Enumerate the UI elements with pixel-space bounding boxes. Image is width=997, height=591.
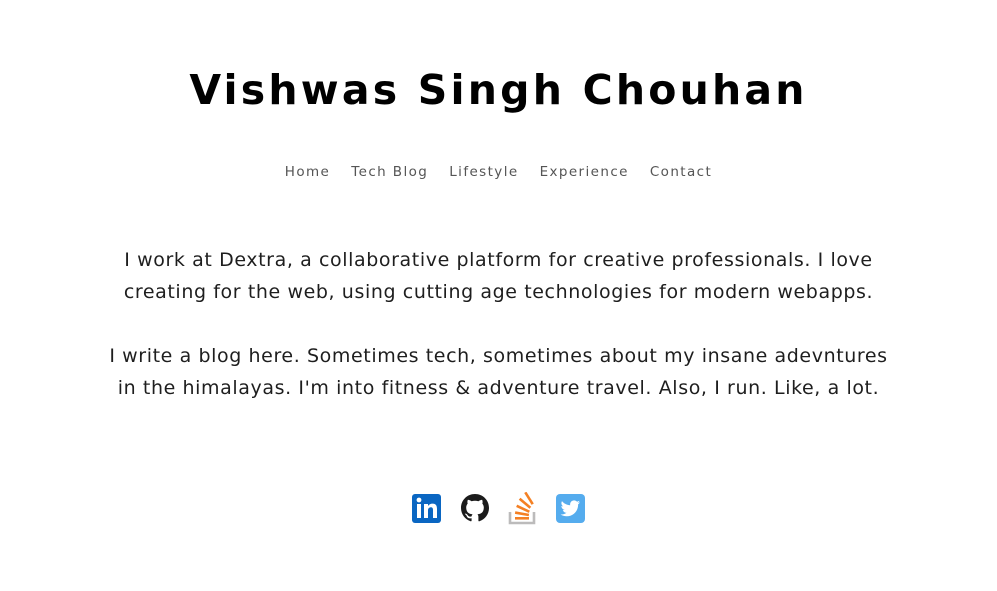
github-icon	[460, 494, 489, 522]
nav-item-experience[interactable]: Experience	[540, 162, 629, 182]
main-nav: Home Tech Blog Lifestyle Experience Cont…	[0, 162, 997, 182]
bio-paragraph-blog: I write a blog here. Sometimes tech, som…	[109, 345, 888, 399]
linkedin-link[interactable]	[411, 492, 442, 525]
linkedin-icon	[411, 494, 441, 523]
twitter-icon	[555, 494, 585, 523]
social-links	[0, 492, 997, 525]
stackoverflow-link[interactable]	[508, 492, 538, 525]
bio-paragraph-work: I work at Dextra, a collaborative platfo…	[123, 249, 874, 303]
nav-item-home[interactable]: Home	[285, 162, 330, 182]
page: Vishwas Singh Chouhan Home Tech Blog Lif…	[0, 0, 997, 591]
nav-item-tech-blog[interactable]: Tech Blog	[351, 162, 428, 182]
nav-item-lifestyle[interactable]: Lifestyle	[449, 162, 518, 182]
site-title: Vishwas Singh Chouhan	[189, 66, 808, 114]
twitter-link[interactable]	[555, 492, 586, 525]
github-link[interactable]	[460, 492, 490, 525]
stackoverflow-icon	[508, 492, 535, 525]
nav-item-contact[interactable]: Contact	[650, 162, 712, 182]
